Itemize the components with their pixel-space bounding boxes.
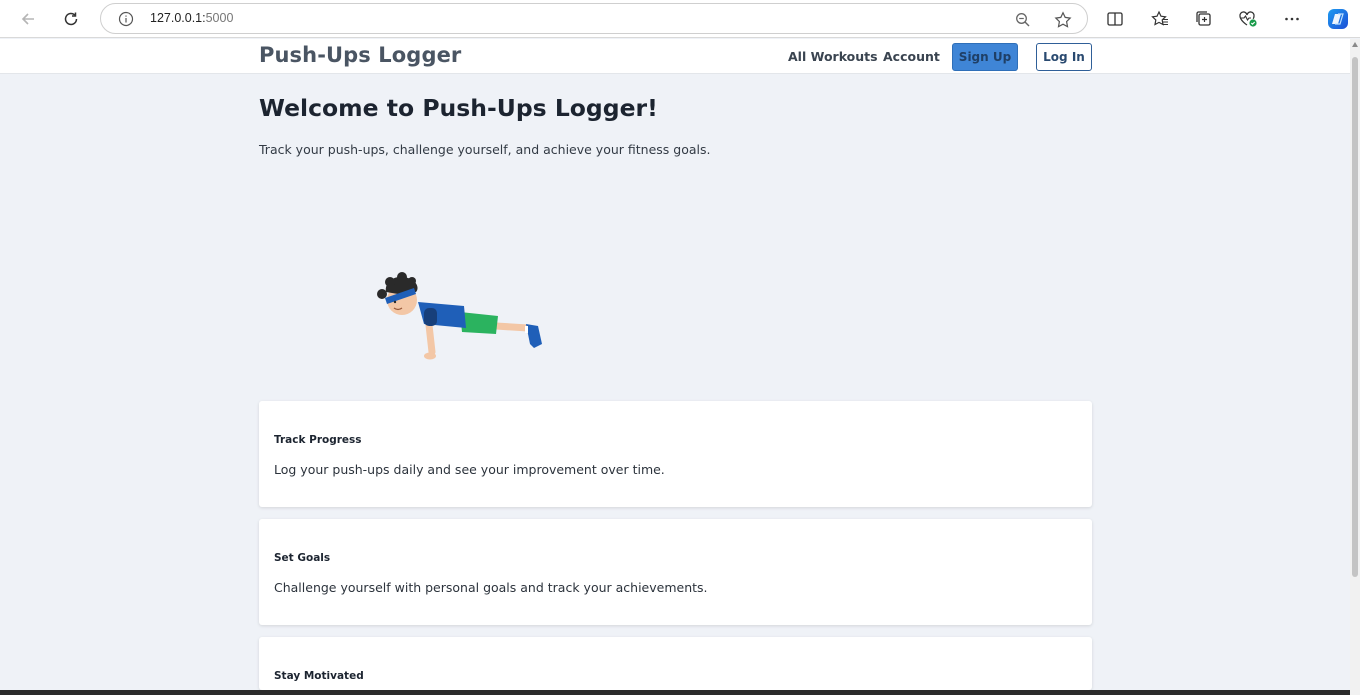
taskbar-edge	[0, 690, 1350, 695]
feature-card-title: Stay Motivated	[274, 670, 364, 682]
collections-icon[interactable]	[1191, 6, 1217, 32]
page-subtitle: Track your push-ups, challenge yourself,…	[259, 142, 711, 157]
signup-button[interactable]: Sign Up	[952, 43, 1018, 71]
feature-card-text: Log your push-ups daily and see your imp…	[274, 462, 665, 477]
feature-card-text: Challenge yourself with personal goals a…	[274, 580, 708, 595]
feature-card-stay-motivated: Stay Motivated	[259, 637, 1092, 690]
split-screen-icon[interactable]	[1102, 6, 1128, 32]
page-title: Welcome to Push-Ups Logger!	[259, 94, 658, 122]
feature-card-title: Track Progress	[274, 434, 362, 446]
star-icon[interactable]	[1052, 9, 1074, 31]
feature-card-title: Set Goals	[274, 552, 331, 564]
scrollbar-thumb[interactable]	[1352, 57, 1358, 577]
brand-title[interactable]: Push-Ups Logger	[259, 43, 461, 67]
nav-link-account[interactable]: Account	[883, 49, 940, 64]
app-navbar: Push-Ups Logger All Workouts Account Sig…	[0, 39, 1350, 74]
browser-toolbar: 127.0.0.1:5000	[0, 0, 1360, 38]
address-bar[interactable]: 127.0.0.1:5000	[100, 3, 1088, 34]
info-icon[interactable]	[117, 10, 135, 28]
back-arrow-icon[interactable]	[15, 6, 41, 32]
reload-icon[interactable]	[58, 6, 84, 32]
feature-card-track-progress: Track Progress Log your push-ups daily a…	[259, 401, 1092, 507]
favorites-icon[interactable]	[1147, 6, 1173, 32]
url-port: 5000	[205, 11, 234, 25]
feature-card-set-goals: Set Goals Challenge yourself with person…	[259, 519, 1092, 625]
zoom-icon[interactable]	[1012, 9, 1034, 31]
more-icon[interactable]	[1279, 6, 1305, 32]
page-scrollbar[interactable]	[1350, 39, 1360, 695]
login-button[interactable]: Log In	[1036, 43, 1092, 71]
scroll-up-arrow-icon[interactable]	[1352, 42, 1358, 47]
url-text[interactable]: 127.0.0.1:5000	[150, 11, 233, 25]
pushup-illustration	[377, 272, 542, 360]
health-icon[interactable]	[1235, 6, 1261, 32]
nav-link-all-workouts[interactable]: All Workouts	[788, 49, 878, 64]
url-host: 127.0.0.1:	[150, 11, 206, 25]
copilot-icon[interactable]	[1325, 6, 1351, 32]
